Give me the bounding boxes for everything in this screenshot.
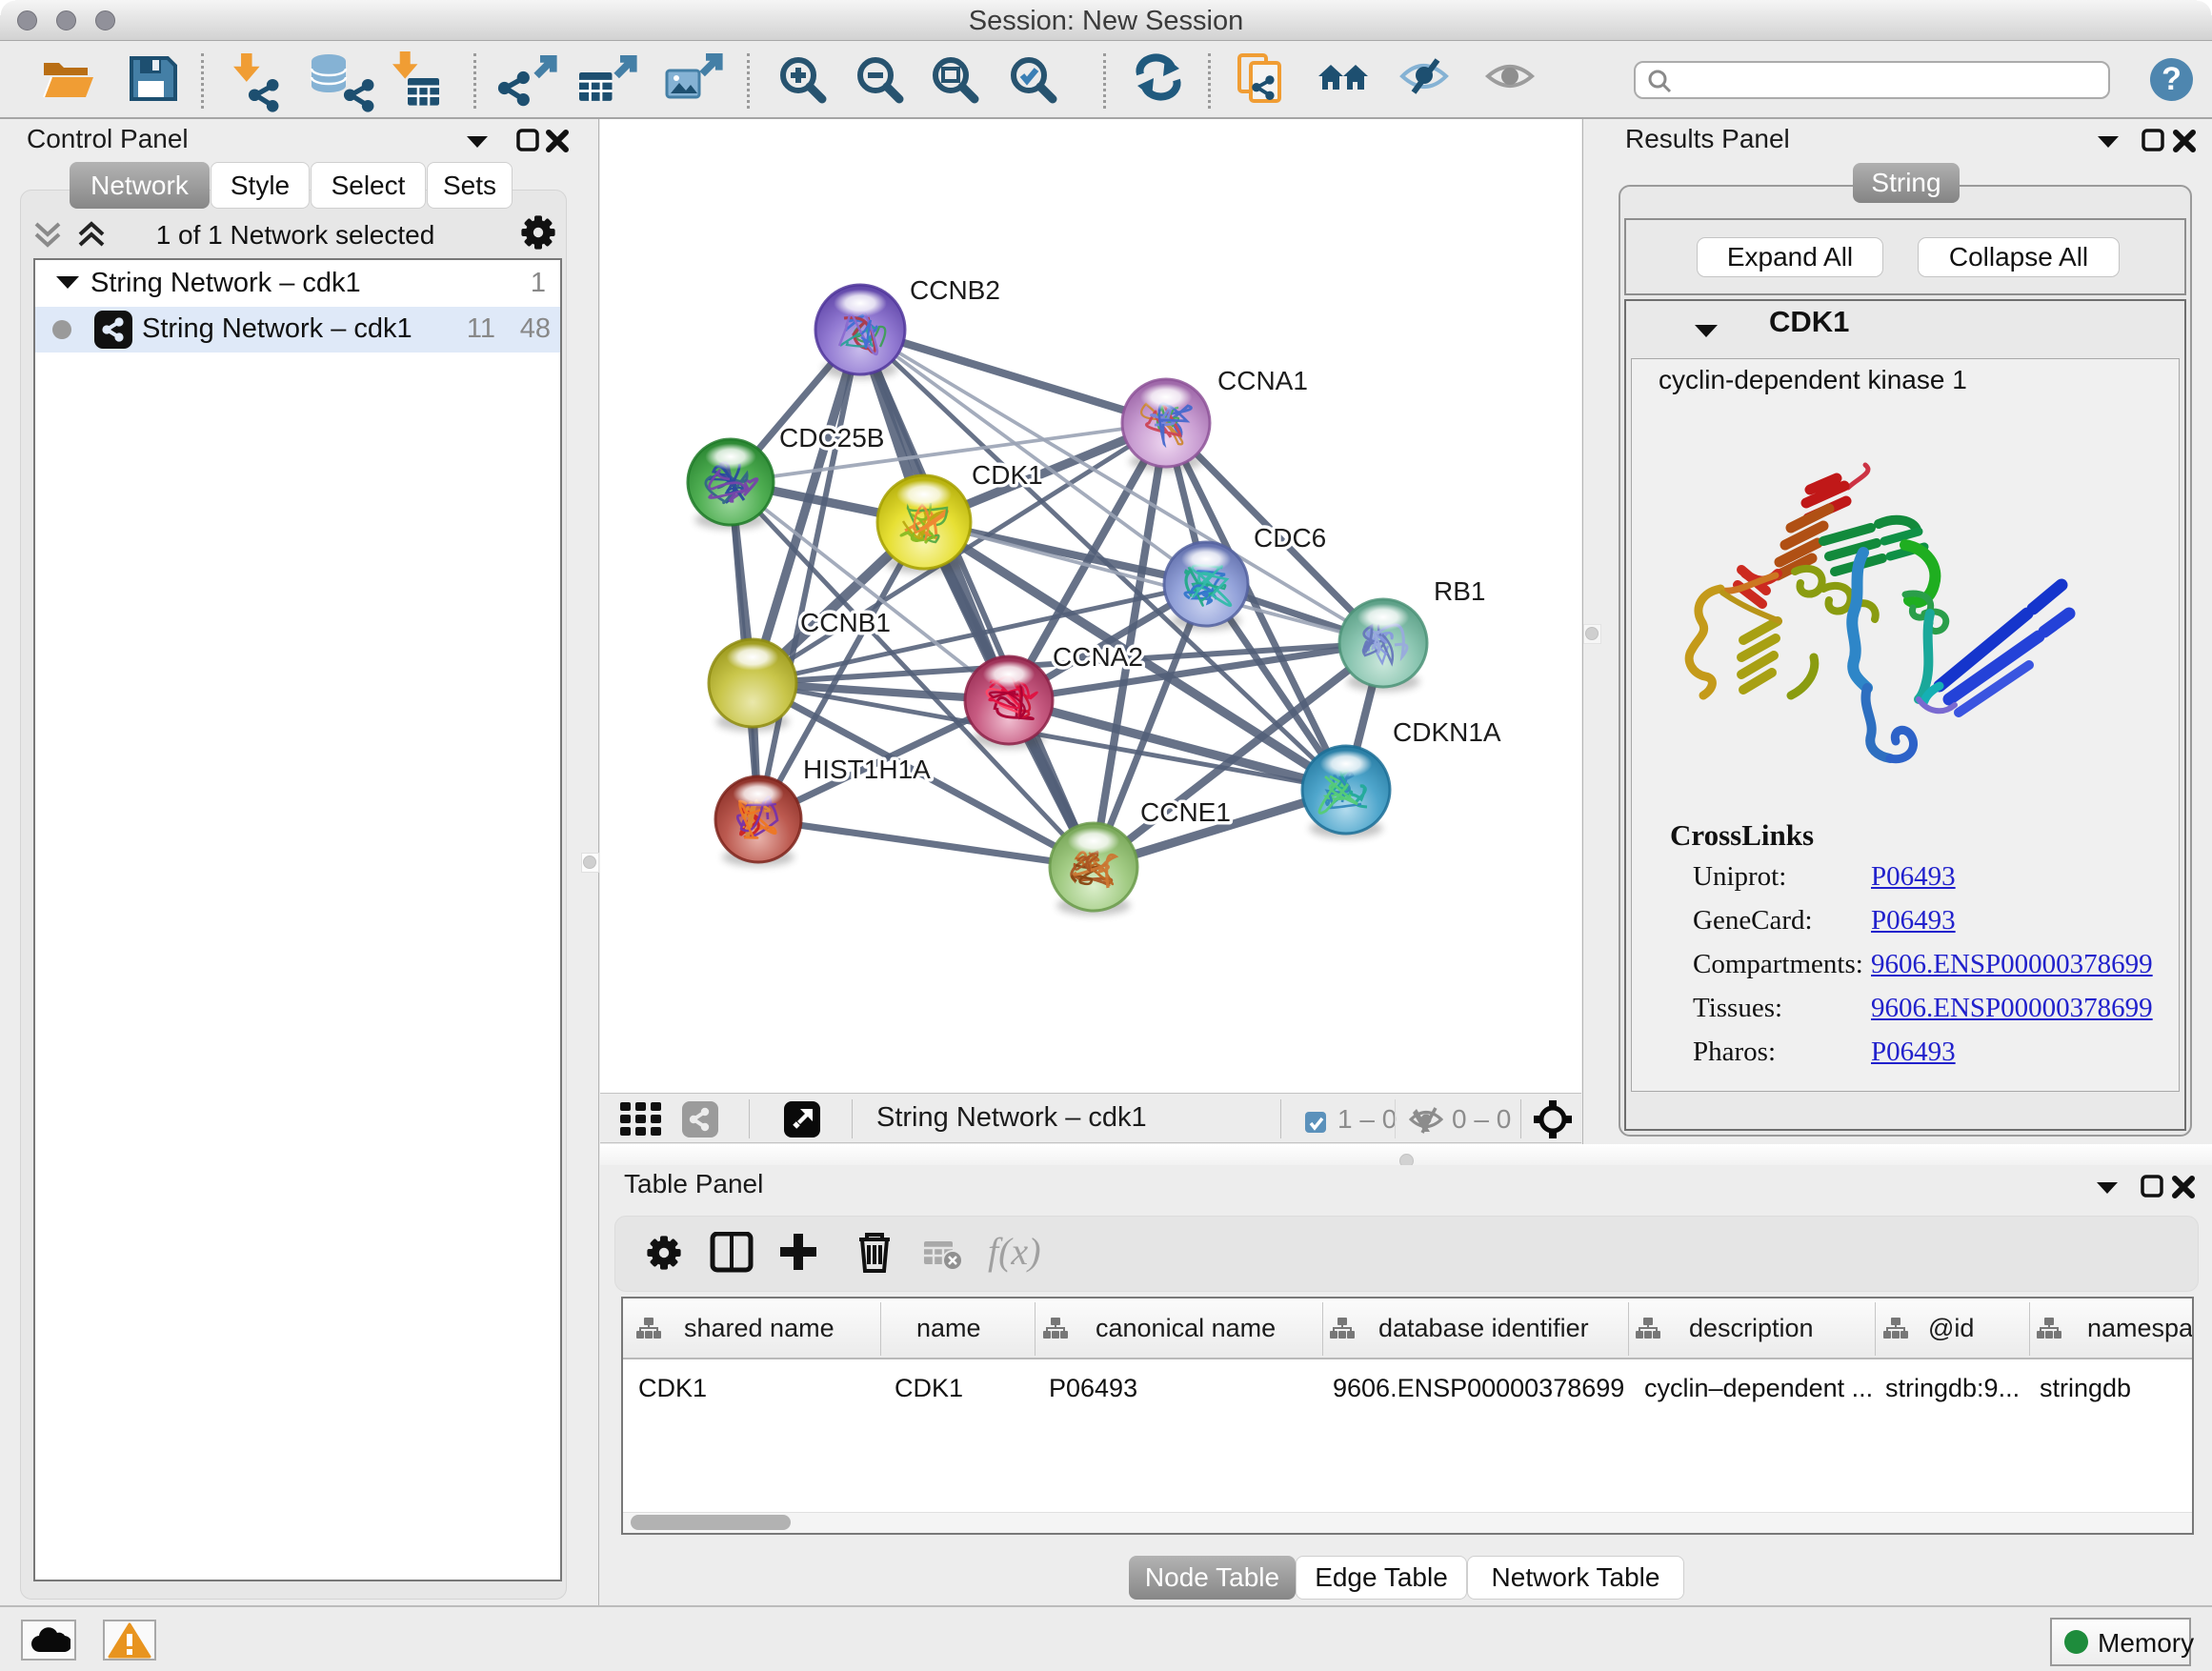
svg-text:CDC25B: CDC25B: [779, 423, 884, 453]
svg-text:CCNA2: CCNA2: [1053, 642, 1143, 672]
svg-text:CDK1: CDK1: [972, 460, 1043, 490]
svg-text:RB1: RB1: [1434, 576, 1485, 606]
svg-text:f(x): f(x): [988, 1232, 1041, 1273]
svg-text:CCNB1: CCNB1: [800, 608, 891, 637]
svg-text:CDKN1A: CDKN1A: [1393, 717, 1501, 747]
svg-text:CCNB2: CCNB2: [910, 275, 1000, 305]
svg-text:HIST1H1A: HIST1H1A: [803, 755, 931, 784]
svg-text:CCNA1: CCNA1: [1217, 366, 1308, 395]
svg-text:CCNE1: CCNE1: [1140, 797, 1231, 827]
svg-text:CDC6: CDC6: [1254, 523, 1326, 553]
